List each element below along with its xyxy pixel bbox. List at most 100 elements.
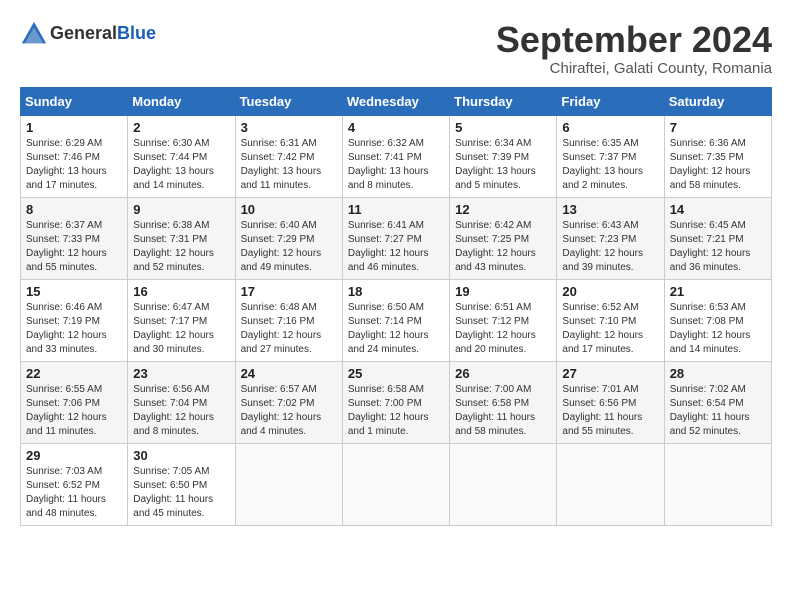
logo-general-text: General: [50, 23, 117, 43]
column-header-thursday: Thursday: [450, 87, 557, 115]
day-info: Sunrise: 6:29 AMSunset: 7:46 PMDaylight:…: [26, 137, 122, 193]
day-info: Sunrise: 6:35 AMSunset: 7:37 PMDaylight:…: [562, 137, 658, 193]
day-info: Sunrise: 6:53 AMSunset: 7:08 PMDaylight:…: [670, 301, 766, 357]
day-number: 11: [348, 202, 444, 217]
title-block: September 2024 Chiraftei, Galati County,…: [496, 20, 772, 77]
day-info: Sunrise: 6:41 AMSunset: 7:27 PMDaylight:…: [348, 219, 444, 275]
calendar-table: SundayMondayTuesdayWednesdayThursdayFrid…: [20, 87, 772, 526]
calendar-day-cell: [235, 443, 342, 525]
column-header-monday: Monday: [128, 87, 235, 115]
calendar-day-cell: 6Sunrise: 6:35 AMSunset: 7:37 PMDaylight…: [557, 115, 664, 197]
day-info: Sunrise: 7:05 AMSunset: 6:50 PMDaylight:…: [133, 465, 229, 521]
day-number: 23: [133, 366, 229, 381]
day-info: Sunrise: 6:30 AMSunset: 7:44 PMDaylight:…: [133, 137, 229, 193]
day-info: Sunrise: 6:42 AMSunset: 7:25 PMDaylight:…: [455, 219, 551, 275]
day-number: 14: [670, 202, 766, 217]
calendar-day-cell: 13 Sunrise: 6:43 AMSunset: 7:23 PMDayligh…: [557, 197, 664, 279]
day-info: Sunrise: 7:00 AMSunset: 6:58 PMDaylight:…: [455, 383, 551, 439]
day-number: 2: [133, 120, 229, 135]
day-info: Sunrise: 6:50 AMSunset: 7:14 PMDaylight:…: [348, 301, 444, 357]
calendar-day-cell: 28Sunrise: 7:02 AMSunset: 6:54 PMDayligh…: [664, 361, 771, 443]
day-info: Sunrise: 6:31 AMSunset: 7:42 PMDaylight:…: [241, 137, 337, 193]
day-info: Sunrise: 6:37 AMSunset: 7:33 PMDaylight:…: [26, 219, 122, 275]
calendar-day-cell: 16Sunrise: 6:47 AMSunset: 7:17 PMDayligh…: [128, 279, 235, 361]
day-number: 26: [455, 366, 551, 381]
calendar-day-cell: 10 Sunrise: 6:40 AMSunset: 7:29 PMDayligh…: [235, 197, 342, 279]
day-number: 22: [26, 366, 122, 381]
day-info: Sunrise: 6:40 AMSunset: 7:29 PMDaylight:…: [241, 219, 337, 275]
calendar-day-cell: 19 Sunrise: 6:51 AMSunset: 7:12 PMDayligh…: [450, 279, 557, 361]
column-header-saturday: Saturday: [664, 87, 771, 115]
calendar-day-cell: 22 Sunrise: 6:55 AMSunset: 7:06 PMDayligh…: [21, 361, 128, 443]
calendar-week-row: 29 Sunrise: 7:03 AMSunset: 6:52 PMDayligh…: [21, 443, 772, 525]
calendar-week-row: 1 Sunrise: 6:29 AMSunset: 7:46 PMDaylight…: [21, 115, 772, 197]
day-number: 25: [348, 366, 444, 381]
column-header-friday: Friday: [557, 87, 664, 115]
calendar-day-cell: 20 Sunrise: 6:52 AMSunset: 7:10 PMDayligh…: [557, 279, 664, 361]
day-info: Sunrise: 6:45 AMSunset: 7:21 PMDaylight:…: [670, 219, 766, 275]
calendar-day-cell: 14 Sunrise: 6:45 AMSunset: 7:21 PMDayligh…: [664, 197, 771, 279]
day-number: 13: [562, 202, 658, 217]
day-info: Sunrise: 6:58 AMSunset: 7:00 PMDaylight:…: [348, 383, 444, 439]
logo-blue-text: Blue: [117, 23, 156, 43]
day-info: Sunrise: 6:52 AMSunset: 7:10 PMDaylight:…: [562, 301, 658, 357]
calendar-day-cell: 3 Sunrise: 6:31 AMSunset: 7:42 PMDaylight…: [235, 115, 342, 197]
calendar-day-cell: [664, 443, 771, 525]
calendar-day-cell: [557, 443, 664, 525]
calendar-week-row: 8 Sunrise: 6:37 AMSunset: 7:33 PMDaylight…: [21, 197, 772, 279]
calendar-day-cell: 4Sunrise: 6:32 AMSunset: 7:41 PMDaylight…: [342, 115, 449, 197]
day-info: Sunrise: 7:03 AMSunset: 6:52 PMDaylight:…: [26, 465, 122, 521]
calendar-day-cell: 5Sunrise: 6:34 AMSunset: 7:39 PMDaylight…: [450, 115, 557, 197]
calendar-day-cell: 1 Sunrise: 6:29 AMSunset: 7:46 PMDaylight…: [21, 115, 128, 197]
calendar-day-cell: 24 Sunrise: 6:57 AMSunset: 7:02 PMDayligh…: [235, 361, 342, 443]
day-number: 27: [562, 366, 658, 381]
logo-icon: [20, 20, 48, 48]
day-info: Sunrise: 6:51 AMSunset: 7:12 PMDaylight:…: [455, 301, 551, 357]
calendar-day-cell: [342, 443, 449, 525]
day-number: 29: [26, 448, 122, 463]
calendar-day-cell: 12Sunrise: 6:42 AMSunset: 7:25 PMDayligh…: [450, 197, 557, 279]
calendar-week-row: 15 Sunrise: 6:46 AMSunset: 7:19 PMDayligh…: [21, 279, 772, 361]
calendar-day-cell: 7 Sunrise: 6:36 AMSunset: 7:35 PMDaylight…: [664, 115, 771, 197]
day-info: Sunrise: 6:43 AMSunset: 7:23 PMDaylight:…: [562, 219, 658, 275]
day-info: Sunrise: 6:48 AMSunset: 7:16 PMDaylight:…: [241, 301, 337, 357]
calendar-day-cell: 15 Sunrise: 6:46 AMSunset: 7:19 PMDayligh…: [21, 279, 128, 361]
day-info: Sunrise: 6:56 AMSunset: 7:04 PMDaylight:…: [133, 383, 229, 439]
calendar-day-cell: 23 Sunrise: 6:56 AMSunset: 7:04 PMDayligh…: [128, 361, 235, 443]
calendar-day-cell: 9 Sunrise: 6:38 AMSunset: 7:31 PMDaylight…: [128, 197, 235, 279]
calendar-day-cell: 25 Sunrise: 6:58 AMSunset: 7:00 PMDayligh…: [342, 361, 449, 443]
day-number: 21: [670, 284, 766, 299]
day-number: 30: [133, 448, 229, 463]
day-info: Sunrise: 6:38 AMSunset: 7:31 PMDaylight:…: [133, 219, 229, 275]
calendar-day-cell: 30 Sunrise: 7:05 AMSunset: 6:50 PMDayligh…: [128, 443, 235, 525]
day-number: 24: [241, 366, 337, 381]
column-header-wednesday: Wednesday: [342, 87, 449, 115]
location-subtitle: Chiraftei, Galati County, Romania: [496, 60, 772, 77]
day-info: Sunrise: 6:36 AMSunset: 7:35 PMDaylight:…: [670, 137, 766, 193]
day-number: 4: [348, 120, 444, 135]
day-number: 3: [241, 120, 337, 135]
month-title: September 2024: [496, 20, 772, 60]
day-info: Sunrise: 6:34 AMSunset: 7:39 PMDaylight:…: [455, 137, 551, 193]
day-number: 15: [26, 284, 122, 299]
day-info: Sunrise: 6:55 AMSunset: 7:06 PMDaylight:…: [26, 383, 122, 439]
day-number: 9: [133, 202, 229, 217]
day-number: 20: [562, 284, 658, 299]
day-info: Sunrise: 6:46 AMSunset: 7:19 PMDaylight:…: [26, 301, 122, 357]
column-header-tuesday: Tuesday: [235, 87, 342, 115]
logo: GeneralBlue: [20, 20, 156, 48]
day-info: Sunrise: 6:47 AMSunset: 7:17 PMDaylight:…: [133, 301, 229, 357]
day-number: 1: [26, 120, 122, 135]
day-number: 10: [241, 202, 337, 217]
calendar-day-cell: 8 Sunrise: 6:37 AMSunset: 7:33 PMDaylight…: [21, 197, 128, 279]
day-number: 7: [670, 120, 766, 135]
calendar-day-cell: 21 Sunrise: 6:53 AMSunset: 7:08 PMDayligh…: [664, 279, 771, 361]
calendar-header-row: SundayMondayTuesdayWednesdayThursdayFrid…: [21, 87, 772, 115]
day-info: Sunrise: 6:57 AMSunset: 7:02 PMDaylight:…: [241, 383, 337, 439]
day-number: 19: [455, 284, 551, 299]
day-number: 8: [26, 202, 122, 217]
day-number: 18: [348, 284, 444, 299]
calendar-day-cell: 17Sunrise: 6:48 AMSunset: 7:16 PMDayligh…: [235, 279, 342, 361]
calendar-day-cell: 18 Sunrise: 6:50 AMSunset: 7:14 PMDayligh…: [342, 279, 449, 361]
day-info: Sunrise: 7:02 AMSunset: 6:54 PMDaylight:…: [670, 383, 766, 439]
